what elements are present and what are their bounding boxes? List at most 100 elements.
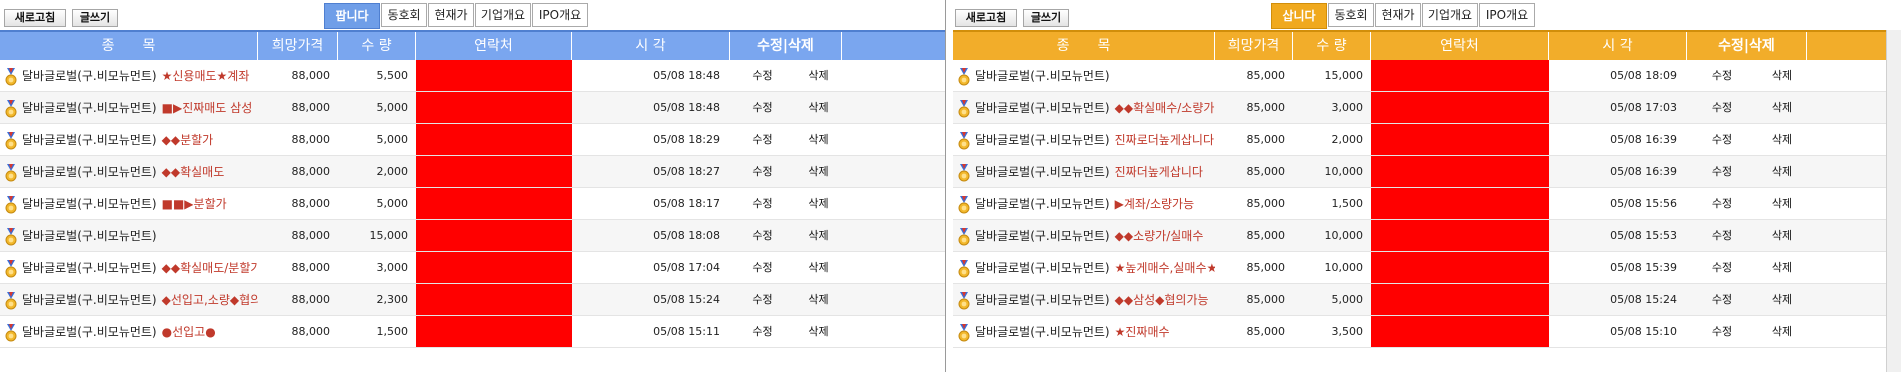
- company-name[interactable]: 달바글로벌(구.비모뉴먼트): [975, 124, 1110, 155]
- delete-button[interactable]: 삭제: [795, 316, 842, 347]
- table-row[interactable]: 달바글로벌(구.비모뉴먼트) 85,000 15,000 05/08 18:09 수정 삭…: [953, 60, 1901, 92]
- tab-4[interactable]: IPO개요: [532, 3, 588, 27]
- edit-button[interactable]: 수정: [1687, 60, 1757, 91]
- delete-button[interactable]: 삭제: [795, 156, 842, 187]
- listing-memo[interactable]: ◆◆소량가/실매수: [1115, 220, 1204, 251]
- item-cell[interactable]: 달바글로벌(구.비모뉴먼트) ■■▶분할가: [0, 188, 258, 219]
- edit-button[interactable]: 수정: [730, 60, 795, 91]
- edit-button[interactable]: 수정: [1687, 284, 1757, 315]
- item-cell[interactable]: 달바글로벌(구.비모뉴먼트) ◆선입고,소량◆협의: [0, 284, 258, 315]
- listing-memo[interactable]: ★높게매수,실매수★: [1115, 252, 1215, 283]
- item-cell[interactable]: 달바글로벌(구.비모뉴먼트) ◆◆확실매도/분할가: [0, 252, 258, 283]
- listing-memo[interactable]: ◆◆삼성◆협의가능: [1115, 284, 1209, 315]
- edit-button[interactable]: 수정: [1687, 316, 1757, 347]
- table-row[interactable]: 달바글로벌(구.비모뉴먼트) 88,000 15,000 05/08 18:08 수정 삭…: [0, 220, 945, 252]
- item-cell[interactable]: 달바글로벌(구.비모뉴먼트) ★신용매도★계좌: [0, 60, 258, 91]
- delete-button[interactable]: 삭제: [1757, 124, 1807, 155]
- table-row[interactable]: 달바글로벌(구.비모뉴먼트) ★진짜매수 85,000 3,500 05/08 15:1…: [953, 316, 1901, 348]
- tab-2[interactable]: 현재가: [1375, 3, 1421, 27]
- write-button[interactable]: 글쓰기: [1023, 9, 1069, 27]
- tab-3[interactable]: 기업개요: [1422, 3, 1478, 27]
- company-name[interactable]: 달바글로벌(구.비모뉴먼트): [975, 156, 1110, 187]
- delete-button[interactable]: 삭제: [795, 284, 842, 315]
- tab-1[interactable]: 동호회: [381, 3, 427, 27]
- item-cell[interactable]: 달바글로벌(구.비모뉴먼트) 진짜더높게삽니다: [953, 156, 1215, 187]
- company-name[interactable]: 달바글로벌(구.비모뉴먼트): [22, 252, 157, 283]
- item-cell[interactable]: 달바글로벌(구.비모뉴먼트) ★높게매수,실매수★: [953, 252, 1215, 283]
- item-cell[interactable]: 달바글로벌(구.비모뉴먼트) ◆◆삼성◆협의가능: [953, 284, 1215, 315]
- delete-button[interactable]: 삭제: [1757, 220, 1807, 251]
- company-name[interactable]: 달바글로벌(구.비모뉴먼트): [975, 92, 1110, 123]
- edit-button[interactable]: 수정: [730, 188, 795, 219]
- company-name[interactable]: 달바글로벌(구.비모뉴먼트): [22, 156, 157, 187]
- delete-button[interactable]: 삭제: [795, 92, 842, 123]
- edit-button[interactable]: 수정: [1687, 92, 1757, 123]
- edit-button[interactable]: 수정: [1687, 220, 1757, 251]
- item-cell[interactable]: 달바글로벌(구.비모뉴먼트) ◆◆확실매수/소량가: [953, 92, 1215, 123]
- table-row[interactable]: 달바글로벌(구.비모뉴먼트) ◆◆확실매도 88,000 2,000 05/08 18:…: [0, 156, 945, 188]
- table-row[interactable]: 달바글로벌(구.비모뉴먼트) ■■▶분할가 88,000 5,000 05/08 18:…: [0, 188, 945, 220]
- table-row[interactable]: 달바글로벌(구.비모뉴먼트) ◆◆소량가/실매수 85,000 10,000 05/08…: [953, 220, 1901, 252]
- company-name[interactable]: 달바글로벌(구.비모뉴먼트): [22, 284, 157, 315]
- company-name[interactable]: 달바글로벌(구.비모뉴먼트): [975, 316, 1110, 347]
- edit-button[interactable]: 수정: [730, 252, 795, 283]
- table-row[interactable]: 달바글로벌(구.비모뉴먼트) ◆선입고,소량◆협의 88,000 2,300 05/08…: [0, 284, 945, 316]
- delete-button[interactable]: 삭제: [1757, 316, 1807, 347]
- company-name[interactable]: 달바글로벌(구.비모뉴먼트): [22, 220, 157, 251]
- edit-button[interactable]: 수정: [1687, 156, 1757, 187]
- delete-button[interactable]: 삭제: [1757, 156, 1807, 187]
- edit-button[interactable]: 수정: [1687, 188, 1757, 219]
- listing-memo[interactable]: ◆◆확실매도: [162, 156, 225, 187]
- edit-button[interactable]: 수정: [1687, 252, 1757, 283]
- company-name[interactable]: 달바글로벌(구.비모뉴먼트): [22, 124, 157, 155]
- listing-memo[interactable]: 진짜로더높게삽니다: [1115, 124, 1214, 155]
- listing-memo[interactable]: ◆선입고,소량◆협의: [162, 284, 258, 315]
- listing-memo[interactable]: ●선입고●: [162, 316, 216, 347]
- company-name[interactable]: 달바글로벌(구.비모뉴먼트): [975, 284, 1110, 315]
- edit-button[interactable]: 수정: [730, 92, 795, 123]
- table-row[interactable]: 달바글로벌(구.비모뉴먼트) 진짜더높게삽니다 85,000 10,000 05/08 …: [953, 156, 1901, 188]
- company-name[interactable]: 달바글로벌(구.비모뉴먼트): [975, 60, 1110, 91]
- delete-button[interactable]: 삭제: [795, 60, 842, 91]
- company-name[interactable]: 달바글로벌(구.비모뉴먼트): [22, 60, 157, 91]
- item-cell[interactable]: 달바글로벌(구.비모뉴먼트) 진짜로더높게삽니다: [953, 124, 1215, 155]
- listing-memo[interactable]: ■▶진짜매도 삼성: [162, 92, 253, 123]
- refresh-button[interactable]: 새로고침: [955, 9, 1017, 27]
- item-cell[interactable]: 달바글로벌(구.비모뉴먼트) ★진짜매수: [953, 316, 1215, 347]
- table-row[interactable]: 달바글로벌(구.비모뉴먼트) ■▶진짜매도 삼성 88,000 5,000 05/08 …: [0, 92, 945, 124]
- table-row[interactable]: 달바글로벌(구.비모뉴먼트) ▶계좌/소량가능 85,000 1,500 05/08 1…: [953, 188, 1901, 220]
- write-button[interactable]: 글쓰기: [72, 9, 118, 27]
- delete-button[interactable]: 삭제: [1757, 252, 1807, 283]
- listing-memo[interactable]: ★진짜매수: [1115, 316, 1170, 347]
- delete-button[interactable]: 삭제: [1757, 284, 1807, 315]
- edit-button[interactable]: 수정: [730, 124, 795, 155]
- delete-button[interactable]: 삭제: [1757, 60, 1807, 91]
- item-cell[interactable]: 달바글로벌(구.비모뉴먼트) ■▶진짜매도 삼성: [0, 92, 258, 123]
- tab-2[interactable]: 현재가: [428, 3, 474, 27]
- listing-memo[interactable]: ■■▶분할가: [162, 188, 227, 219]
- delete-button[interactable]: 삭제: [1757, 188, 1807, 219]
- delete-button[interactable]: 삭제: [1757, 92, 1807, 123]
- tab-4[interactable]: IPO개요: [1479, 3, 1535, 27]
- vertical-scrollbar[interactable]: [1886, 30, 1901, 372]
- table-row[interactable]: 달바글로벌(구.비모뉴먼트) 진짜로더높게삽니다 85,000 2,000 05/08 …: [953, 124, 1901, 156]
- company-name[interactable]: 달바글로벌(구.비모뉴먼트): [22, 92, 157, 123]
- table-row[interactable]: 달바글로벌(구.비모뉴먼트) ★높게매수,실매수★ 85,000 10,000 05/0…: [953, 252, 1901, 284]
- table-row[interactable]: 달바글로벌(구.비모뉴먼트) ◆◆분할가 88,000 5,000 05/08 18:2…: [0, 124, 945, 156]
- table-row[interactable]: 달바글로벌(구.비모뉴먼트) ●선입고● 88,000 1,500 05/08 15:1…: [0, 316, 945, 348]
- tab-0[interactable]: 팝니다: [324, 3, 380, 29]
- table-row[interactable]: 달바글로벌(구.비모뉴먼트) ◆◆삼성◆협의가능 85,000 5,000 05/08 …: [953, 284, 1901, 316]
- item-cell[interactable]: 달바글로벌(구.비모뉴먼트) ●선입고●: [0, 316, 258, 347]
- company-name[interactable]: 달바글로벌(구.비모뉴먼트): [975, 220, 1110, 251]
- item-cell[interactable]: 달바글로벌(구.비모뉴먼트) ▶계좌/소량가능: [953, 188, 1215, 219]
- company-name[interactable]: 달바글로벌(구.비모뉴먼트): [22, 188, 157, 219]
- listing-memo[interactable]: ◆◆확실매도/분할가: [162, 252, 258, 283]
- tab-3[interactable]: 기업개요: [475, 3, 531, 27]
- table-row[interactable]: 달바글로벌(구.비모뉴먼트) ★신용매도★계좌 88,000 5,500 05/08 1…: [0, 60, 945, 92]
- listing-memo[interactable]: ◆◆분할가: [162, 124, 214, 155]
- delete-button[interactable]: 삭제: [795, 188, 842, 219]
- edit-button[interactable]: 수정: [730, 156, 795, 187]
- item-cell[interactable]: 달바글로벌(구.비모뉴먼트) ◆◆확실매도: [0, 156, 258, 187]
- edit-button[interactable]: 수정: [730, 316, 795, 347]
- edit-button[interactable]: 수정: [730, 284, 795, 315]
